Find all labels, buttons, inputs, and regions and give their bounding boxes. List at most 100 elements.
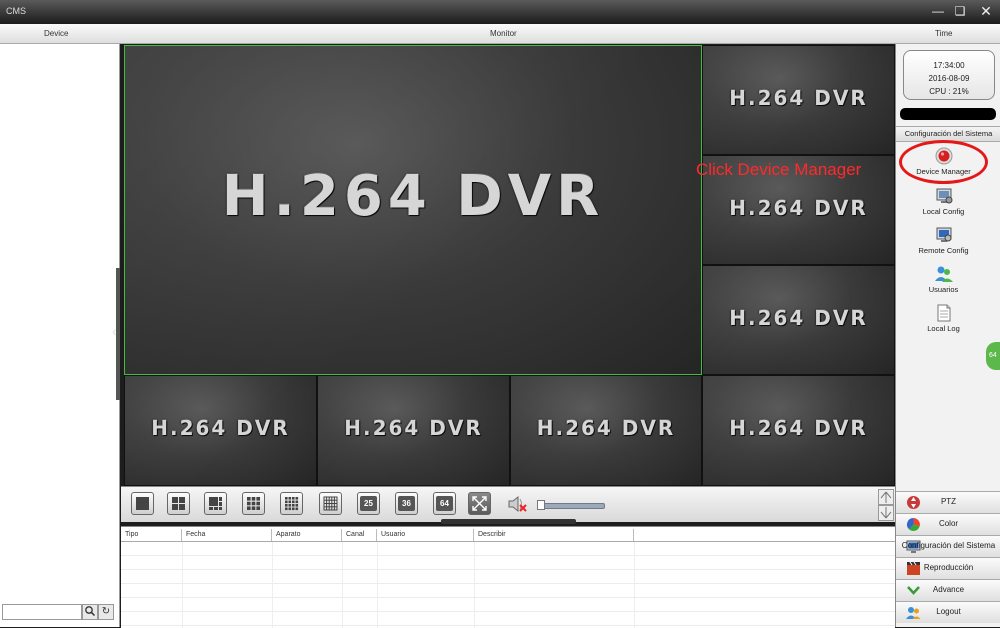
system-config-button[interactable]: Configuración del Sistema [896, 535, 1000, 557]
clock-time: 17:34:00 [933, 61, 965, 70]
cpu-usage: CPU : 21% [929, 87, 969, 96]
mute-speaker-icon [508, 495, 527, 513]
layout-64-button[interactable]: 64 [433, 492, 456, 515]
logout-button[interactable]: Logout [896, 601, 1000, 623]
device-search-input[interactable] [2, 604, 82, 620]
column-header[interactable]: Fecha [182, 529, 272, 541]
layout-6-icon [209, 497, 222, 510]
layout-toolbar: 25 36 64 [121, 486, 895, 522]
video-tile-main[interactable]: H.264 DVR [124, 45, 702, 375]
refresh-button[interactable]: ↻ [98, 604, 114, 620]
system-config-label: Configuración del Sistema [901, 541, 996, 550]
video-tile[interactable]: H.264 DVR [510, 375, 702, 486]
dvr-logo: H.264 DVR [221, 164, 605, 229]
column-header[interactable]: Describir [474, 529, 634, 541]
layout-25-button[interactable]: 25 [357, 492, 380, 515]
local-config-label: Local Config [922, 207, 965, 216]
column-header[interactable]: Canal [342, 529, 377, 541]
dvr-logo: H.264 DVR [344, 416, 483, 440]
playback-button[interactable]: Reproducción [896, 557, 1000, 579]
title-bar: CMS — ❑ ✕ [0, 0, 1000, 24]
color-button[interactable]: Color [896, 513, 1000, 535]
annotation-highlight-circle [899, 140, 988, 184]
layout-64-label: 64 [436, 496, 453, 511]
layout-4-icon [172, 497, 185, 510]
layout-16-icon [285, 497, 299, 511]
side-tab[interactable]: 64 [986, 342, 1000, 370]
video-tile[interactable]: H.264 DVR [317, 375, 510, 486]
users-icon [934, 266, 953, 282]
mute-button[interactable] [506, 493, 530, 515]
column-header[interactable]: Aparato [272, 529, 342, 541]
remote-config-button[interactable]: Remote Config [896, 225, 991, 255]
toolbar-scroll[interactable] [878, 489, 894, 521]
search-icon [85, 606, 96, 617]
device-tree-panel[interactable]: ↻ [0, 44, 120, 627]
fullscreen-icon [472, 496, 487, 511]
right-control-panel: 17:34:00 2016-08-09 CPU : 21% Configurac… [895, 44, 1000, 627]
video-tile[interactable]: H.264 DVR [702, 45, 895, 155]
column-divider [377, 542, 378, 628]
refresh-icon: ↻ [101, 606, 111, 617]
column-divider [182, 542, 183, 628]
local-config-button[interactable]: Local Config [896, 186, 991, 216]
local-log-label: Local Log [927, 324, 960, 333]
close-icon[interactable]: ✕ [978, 3, 994, 19]
toolbar-collapse-handle[interactable] [441, 519, 576, 524]
column-divider [342, 542, 343, 628]
layout-9-button[interactable] [242, 492, 265, 515]
restore-icon[interactable]: ❑ [952, 3, 968, 19]
layout-9-icon [247, 497, 260, 510]
dvr-logo: H.264 DVR [536, 416, 676, 440]
up-down-arrows-icon [878, 489, 894, 521]
layout-20-icon [323, 496, 338, 511]
volume-slider[interactable] [539, 503, 605, 509]
users-button[interactable]: Usuarios [896, 264, 991, 294]
status-bar [900, 108, 996, 120]
log-table-header: Tipo Fecha Aparato Canal Usuario Describ… [121, 529, 895, 542]
column-divider [474, 542, 475, 628]
monitor-label: Monitor [490, 29, 517, 38]
ptz-button[interactable]: PTZ [896, 491, 1000, 513]
layout-25-label: 25 [360, 496, 377, 511]
fullscreen-button[interactable] [468, 492, 491, 515]
status-clock: 17:34:00 2016-08-09 CPU : 21% [903, 50, 995, 100]
dvr-logo: H.264 DVR [151, 416, 290, 440]
local-log-button[interactable]: Local Log [896, 303, 991, 333]
local-config-icon [936, 188, 952, 204]
logout-label: Logout [936, 607, 961, 616]
column-header[interactable]: Tipo [121, 529, 182, 541]
layout-36-label: 36 [398, 496, 415, 511]
layout-6-button[interactable] [204, 492, 227, 515]
dvr-logo: H.264 DVR [729, 306, 868, 330]
layout-4-button[interactable] [167, 492, 190, 515]
remote-config-icon [936, 227, 951, 242]
log-file-icon [937, 304, 950, 322]
video-tile[interactable]: H.264 DVR [702, 265, 895, 375]
advance-label: Advance [932, 585, 965, 594]
video-tile[interactable]: H.264 DVR [702, 375, 895, 486]
annotation-text: Click Device Manager [696, 160, 862, 179]
dvr-logo: H.264 DVR [729, 196, 868, 220]
volume-handle[interactable] [537, 500, 545, 510]
search-button[interactable] [82, 604, 98, 620]
advance-button[interactable]: Advance [896, 579, 1000, 601]
layout-1-button[interactable] [131, 492, 154, 515]
layout-16-button[interactable] [280, 492, 303, 515]
log-table-body [121, 542, 895, 628]
column-divider [634, 542, 635, 628]
log-table: Tipo Fecha Aparato Canal Usuario Describ… [121, 526, 895, 628]
remote-config-label: Remote Config [918, 246, 969, 255]
layout-1-icon [136, 497, 149, 510]
layout-20-button[interactable] [319, 492, 342, 515]
dvr-logo: H.264 DVR [729, 86, 868, 110]
minimize-icon[interactable]: — [930, 3, 946, 19]
collapse-arrow-icon[interactable]: ‹ [112, 323, 117, 339]
layout-36-button[interactable]: 36 [395, 492, 418, 515]
window-title: CMS [6, 6, 26, 16]
clock-date: 2016-08-09 [928, 74, 970, 83]
video-tile[interactable]: H.264 DVR [124, 375, 317, 486]
column-header[interactable]: Usuario [377, 529, 474, 541]
time-label: Time [935, 29, 953, 38]
dvr-logo: H.264 DVR [729, 416, 868, 440]
